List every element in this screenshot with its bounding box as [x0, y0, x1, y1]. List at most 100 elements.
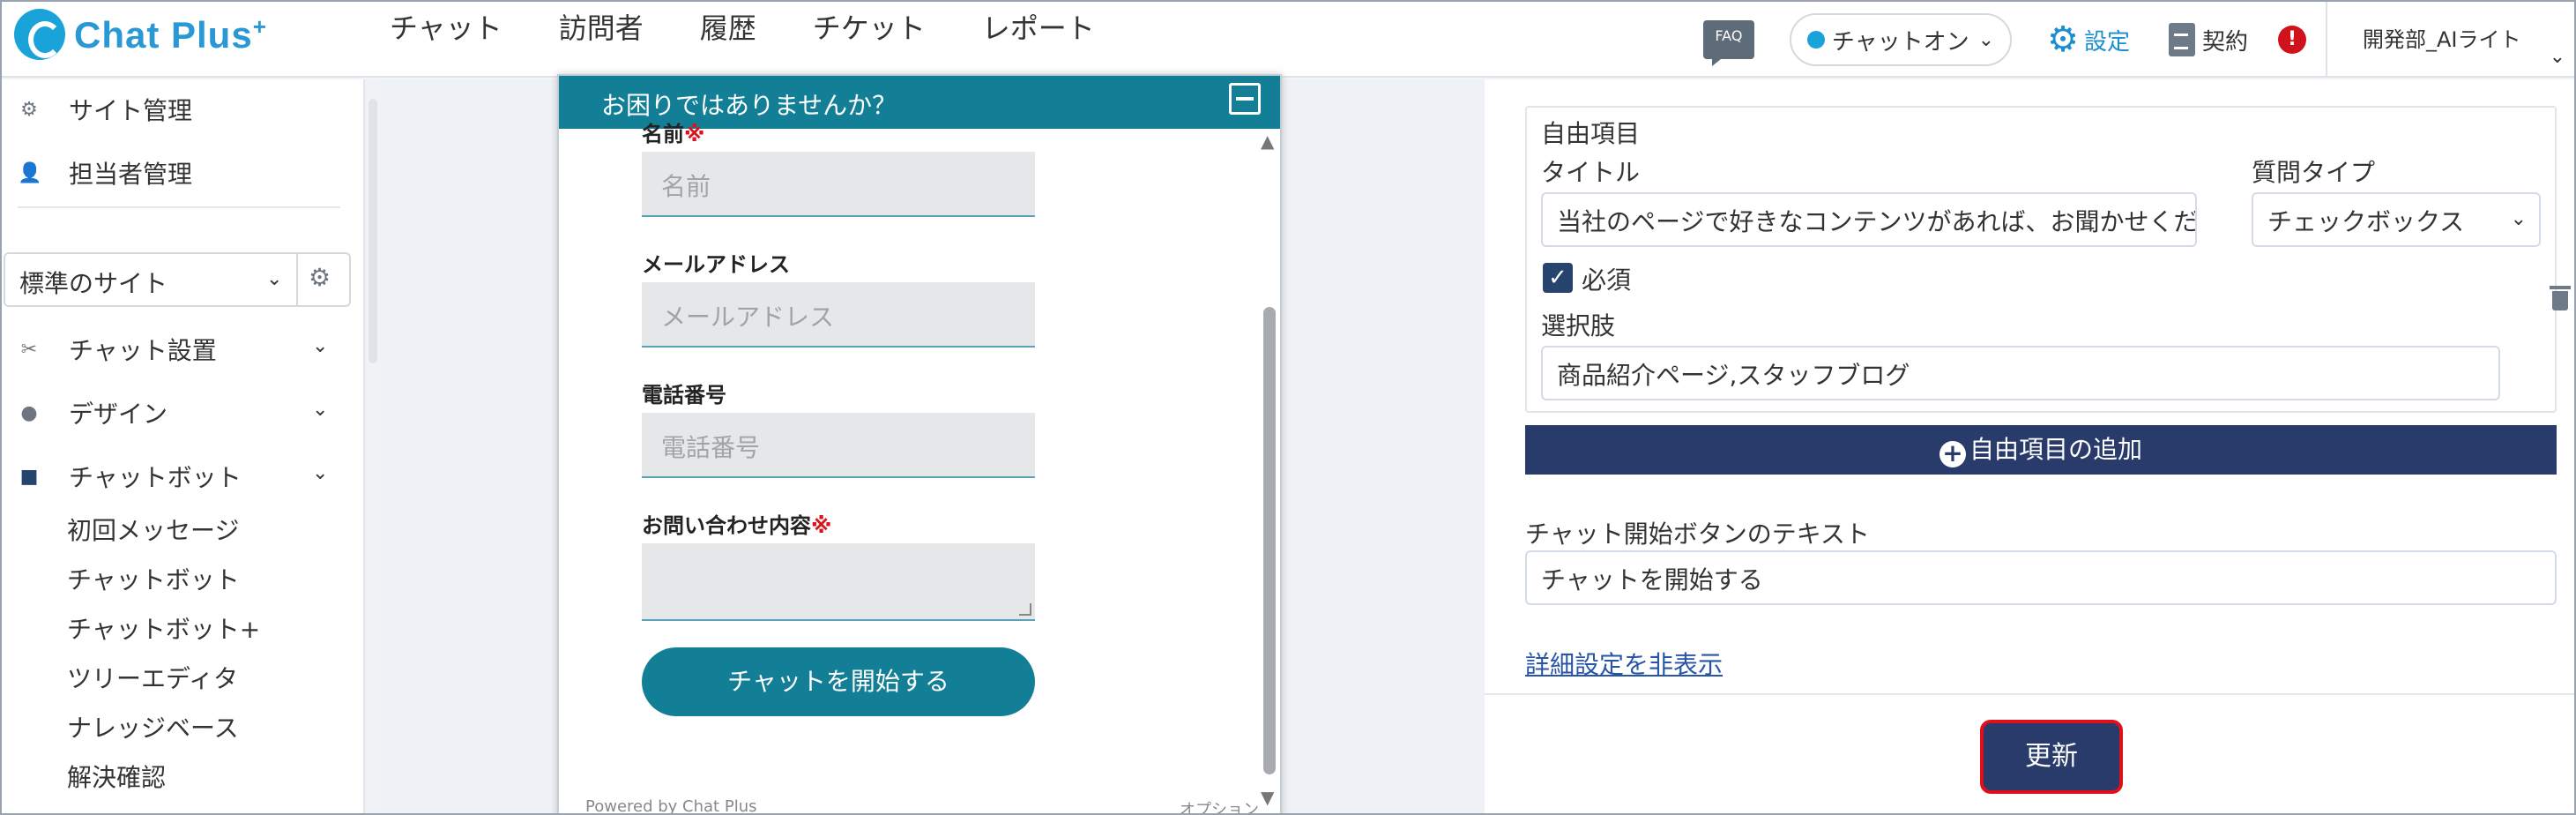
- status-dot-icon: [1806, 31, 1825, 49]
- sidebar-item-label: チャット設置: [69, 336, 217, 365]
- contract-link[interactable]: 契約: [2168, 23, 2248, 56]
- email-input[interactable]: メールアドレス: [642, 282, 1035, 348]
- sidebar: ⚙ サイト管理 👤 担当者管理 標準のサイト ⌄ ⚙ ✂ チャット設置 ⌄ ● …: [2, 79, 365, 813]
- required-mark: ※: [684, 122, 705, 146]
- nav-tickets[interactable]: チケット: [813, 7, 926, 49]
- hide-details-link[interactable]: 詳細設定を非表示: [1525, 646, 1723, 681]
- sidebar-subitem-resolution-check[interactable]: 解決確認: [67, 759, 166, 794]
- chevron-down-icon: ⌄: [312, 462, 329, 484]
- sidebar-item-label: 担当者管理: [69, 160, 193, 189]
- update-button[interactable]: 更新: [1980, 720, 2123, 794]
- sidebar-item-label: チャットボット: [69, 463, 242, 492]
- tools-icon: ✂: [20, 338, 38, 361]
- choices-label: 選択肢: [1541, 311, 1616, 340]
- user-menu[interactable]: 開発部_AIライト ⌄: [2363, 26, 2565, 68]
- chat-bubbles-icon: ■: [19, 465, 39, 488]
- field-label-email: メールアドレス: [642, 252, 790, 277]
- chevron-down-icon: ⌄: [2510, 208, 2527, 230]
- logo-icon: [14, 9, 65, 60]
- sidebar-subitem-chatbot[interactable]: チャットボット: [67, 561, 240, 596]
- site-select[interactable]: 標準のサイト ⌄ ⚙: [4, 252, 351, 307]
- gear-icon: ⚙: [2047, 19, 2079, 60]
- choices-input[interactable]: 商品紹介ページ,スタッフブログ: [1541, 346, 2500, 400]
- sidebar-item-agent-management[interactable]: 👤 担当者管理: [18, 155, 192, 191]
- settings-panel: 自由項目 タイトル 質問タイプ 当社のページで好きなコンテンツがあれば、お聞かせ…: [1485, 79, 2574, 813]
- widget-scrollbar[interactable]: ▲ ▼: [1259, 131, 1280, 810]
- contract-label: 契約: [2201, 28, 2248, 56]
- chevron-down-icon: ⌄: [1977, 28, 1995, 51]
- field-label-inquiry: お問い合わせ内容※: [642, 513, 832, 538]
- faq-icon[interactable]: FAQ: [1702, 20, 1754, 66]
- sidebar-subitem-initial-message[interactable]: 初回メッセージ: [67, 512, 239, 547]
- sidebar-section-chat-install[interactable]: ✂ チャット設置: [18, 332, 217, 367]
- field-label-name: 名前※: [642, 122, 705, 146]
- required-mark: ※: [811, 513, 832, 538]
- sidebar-item-site-management[interactable]: ⚙ サイト管理: [18, 92, 192, 127]
- phone-input[interactable]: 電話番号: [642, 413, 1035, 478]
- settings-label: 設定: [2083, 28, 2130, 56]
- question-type-label: 質問タイプ: [2252, 158, 2376, 187]
- scroll-up-icon[interactable]: ▲: [1261, 131, 1274, 152]
- gears-icon: ⚙: [20, 98, 38, 121]
- panel-divider: [1485, 693, 2574, 695]
- option-link[interactable]: オプション: [1180, 797, 1259, 813]
- chat-status-label: チャットオン: [1831, 28, 1969, 56]
- chevron-down-icon: ⌄: [2549, 46, 2565, 68]
- site-select-value: 標準のサイト: [19, 269, 168, 298]
- alert-icon[interactable]: !: [2278, 26, 2306, 54]
- required-checkbox[interactable]: ✓: [1543, 263, 1573, 293]
- logo-plus: +: [252, 12, 267, 40]
- start-button-text-label: チャット開始ボタンのテキスト: [1525, 520, 1870, 549]
- question-type-select[interactable]: チェックボックス ⌄: [2252, 192, 2541, 247]
- user-name: 開発部_AIライト: [2363, 27, 2521, 52]
- custom-item-box: 自由項目 タイトル 質問タイプ 当社のページで好きなコンテンツがあれば、お聞かせ…: [1525, 106, 2571, 413]
- chatplus-logo[interactable]: Chat Plus+: [14, 9, 267, 60]
- inquiry-textarea[interactable]: [642, 543, 1035, 621]
- sidebar-scrollbar[interactable]: [365, 79, 383, 813]
- nav-history[interactable]: 履歴: [700, 7, 756, 49]
- nav-visitors[interactable]: 訪問者: [559, 7, 644, 49]
- add-custom-item-button[interactable]: + 自由項目の追加: [1525, 425, 2557, 475]
- app-window: Chat Plus+ チャット 訪問者 履歴 チケット レポート FAQ チャッ…: [0, 0, 2576, 815]
- sidebar-divider: [18, 206, 340, 208]
- minimize-icon[interactable]: [1229, 83, 1261, 115]
- nav-chat[interactable]: チャット: [390, 7, 503, 49]
- plus-circle-icon: +: [1939, 441, 1966, 467]
- top-header: Chat Plus+ チャット 訪問者 履歴 チケット レポート FAQ チャッ…: [2, 2, 2574, 78]
- custom-item-heading: 自由項目: [1541, 119, 1641, 148]
- trash-icon[interactable]: [2550, 286, 2571, 310]
- site-settings-gear-icon[interactable]: ⚙: [309, 263, 331, 292]
- header-divider: [2326, 2, 2327, 78]
- sidebar-section-design[interactable]: ● デザイン: [18, 395, 168, 430]
- chevron-down-icon: ⌄: [266, 268, 283, 290]
- start-chat-button[interactable]: チャットを開始する: [642, 647, 1035, 716]
- sidebar-subitem-chatbot-plus[interactable]: チャットボット+: [67, 610, 260, 646]
- user-gear-icon: 👤: [18, 161, 42, 184]
- name-input[interactable]: 名前: [642, 152, 1035, 217]
- logo-text: Chat Plus: [74, 13, 253, 56]
- chat-widget-preview: お困りではありませんか？ 名前※ 名前 メールアドレス メールアドレス 電話番号…: [557, 74, 1282, 815]
- nav-reports[interactable]: レポート: [982, 7, 1095, 49]
- sidebar-subitem-knowledge-base[interactable]: ナレッジベース: [67, 709, 239, 744]
- scroll-thumb[interactable]: [1263, 307, 1276, 774]
- sidebar-item-label: デザイン: [69, 400, 168, 429]
- main-nav: チャット 訪問者 履歴 チケット レポート: [390, 7, 1151, 49]
- settings-link[interactable]: ⚙ 設定: [2047, 19, 2130, 60]
- sidebar-subitem-tree-editor[interactable]: ツリーエディタ: [67, 660, 238, 695]
- chevron-down-icon: ⌄: [312, 399, 329, 421]
- scroll-down-icon[interactable]: ▼: [1261, 787, 1274, 808]
- question-type-value: チェックボックス: [2267, 207, 2465, 236]
- required-label: 必須: [1582, 265, 1632, 295]
- field-label-phone: 電話番号: [642, 383, 726, 408]
- start-button-text-input[interactable]: チャットを開始する: [1525, 550, 2557, 605]
- palette-icon: ●: [20, 401, 38, 424]
- header-actions: FAQ チャットオン ⌄ ⚙ 設定 契約 ! 開発部_AIライト ⌄: [1702, 2, 2574, 78]
- title-label: タイトル: [1541, 158, 1641, 187]
- chevron-down-icon: ⌄: [312, 335, 329, 357]
- title-input[interactable]: 当社のページで好きなコンテンツがあれば、お聞かせください: [1541, 192, 2197, 247]
- powered-by-text: Powered by Chat Plus: [585, 797, 757, 815]
- sidebar-section-chatbot[interactable]: ■ チャットボット: [18, 459, 242, 494]
- chat-status-toggle[interactable]: チャットオン ⌄: [1789, 13, 2013, 66]
- site-select-separator: [296, 254, 298, 305]
- add-custom-item-label: 自由項目の追加: [1969, 435, 2142, 464]
